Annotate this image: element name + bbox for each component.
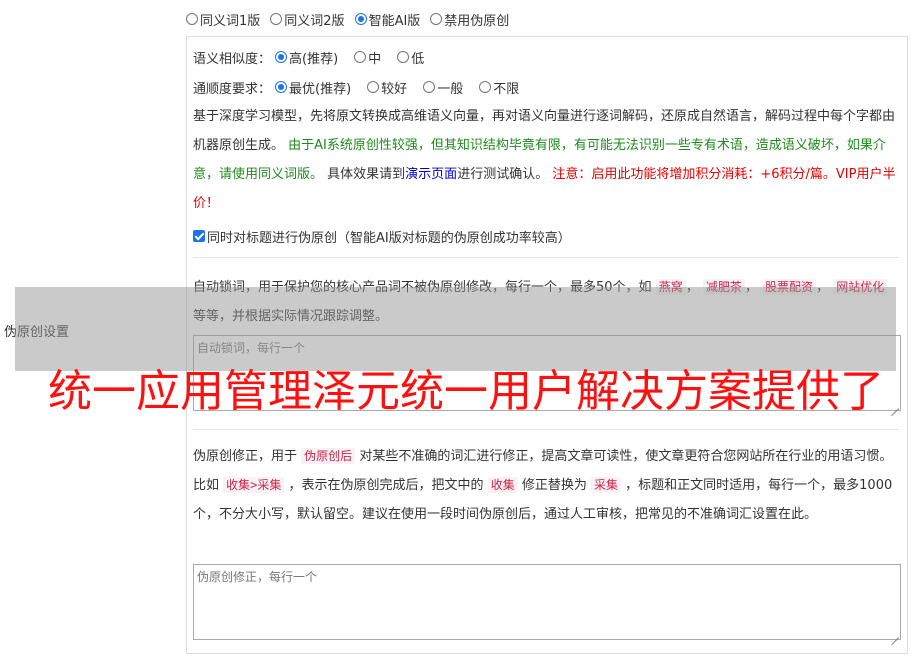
fluency-label: 通顺度要求： [193,81,272,97]
mode-option-synonym2[interactable]: 同义词2版 [270,10,345,29]
radio-disable[interactable] [430,13,443,25]
radio-similarity-high[interactable] [275,51,288,63]
correction-placeholder: 伪原创修正，每行一个 [197,570,318,584]
divider [193,429,899,430]
mode-option-disable[interactable]: 禁用伪原创 [430,10,509,29]
title-rewrite-row[interactable]: 同时对标题进行伪原创（智能AI版对标题的伪原创成功率较高） [193,227,571,246]
similarity-low[interactable]: 低 [397,48,424,67]
similarity-row: 语义相似度： 高(推荐) 中 低 [193,47,434,67]
similarity-label: 语义相似度： [193,51,272,67]
radio-fluency-normal[interactable] [423,81,436,93]
watermark-text: 统一应用管理泽元统一用户解决方案提供了 [48,366,884,417]
fluency-option-label: 一般 [437,81,464,97]
similarity-medium[interactable]: 中 [354,48,381,67]
mode-option-label: 禁用伪原创 [444,13,510,29]
similarity-option-label: 中 [368,51,382,67]
radio-ai[interactable] [354,13,367,25]
similarity-high[interactable]: 高(推荐) [275,48,338,67]
radio-synonym2[interactable] [270,13,283,25]
keyword-example: 收集 [487,477,518,493]
radio-fluency-unlimited[interactable] [479,81,492,93]
mode-option-label: 同义词2版 [284,13,345,29]
mode-option-label: 同义词1版 [200,13,261,29]
similarity-option-label: 高(推荐) [289,51,339,67]
radio-similarity-low[interactable] [397,51,410,63]
resize-grip-icon[interactable] [891,401,899,409]
ai-desc-text: 具体效果请到 [327,167,406,182]
keyword-example: 伪原创后 [301,448,356,464]
correction-input[interactable]: 伪原创修正，每行一个 [193,564,901,640]
resize-grip-icon[interactable] [891,630,899,638]
mode-option-label: 智能AI版 [368,13,421,29]
mode-option-ai[interactable]: 智能AI版 [354,10,421,29]
ai-description: 基于深度学习模型，先将原文转换成高维语义向量，再对语义向量进行逐词解码，还原成自… [193,102,899,218]
title-rewrite-label: 同时对标题进行伪原创（智能AI版对标题的伪原创成功率较高） [207,230,571,246]
correction-desc-text: 伪原创修正，用于 [193,449,298,464]
fluency-option-label: 较好 [381,81,408,97]
title-rewrite-checkbox[interactable] [193,230,205,242]
fluency-good[interactable]: 较好 [367,78,407,97]
mode-selector: 同义词1版 同义词2版 智能AI版 禁用伪原创 [186,10,519,29]
radio-similarity-medium[interactable] [354,51,367,63]
fluency-row: 通顺度要求： 最优(推荐) 较好 一般 不限 [193,77,529,97]
overlay-band [15,287,896,371]
fluency-best[interactable]: 最优(推荐) [275,78,351,97]
keyword-example: 收集>采集 [223,477,285,493]
demo-page-link[interactable]: 演示页面 [405,167,457,182]
correction-description: 伪原创修正，用于 伪原创后 对某些不准确的词汇进行修正，提高文章可读性，使文章更… [193,442,899,529]
keyword-example: 采集 [591,477,622,493]
correction-desc-text: 修正替换为 [521,478,587,493]
fluency-unlimited[interactable]: 不限 [479,78,519,97]
ai-desc-text: 进行测试确认。 [457,167,549,182]
fluency-option-label: 最优(推荐) [289,81,352,97]
mode-option-synonym1[interactable]: 同义词1版 [186,10,260,29]
radio-fluency-good[interactable] [367,81,380,93]
radio-fluency-best[interactable] [275,81,288,93]
similarity-option-label: 低 [411,51,425,67]
divider [193,257,899,258]
correction-desc-text: ，表示在伪原创完成后，把文中的 [288,478,484,493]
radio-synonym1[interactable] [186,13,198,25]
fluency-option-label: 不限 [493,81,520,97]
fluency-normal[interactable]: 一般 [423,78,463,97]
